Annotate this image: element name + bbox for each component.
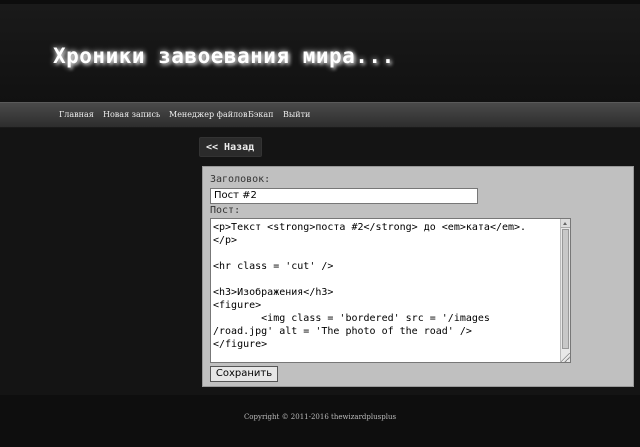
title-input[interactable]: Пост #2 <box>210 188 478 204</box>
post-edit-form: Заголовок: Пост #2 Пост: <p>Текст <stron… <box>202 166 634 387</box>
copyright: Copyright © 2011-2016 thewizardplusplus <box>243 413 397 421</box>
nav-item-logout[interactable]: Выйти <box>283 110 310 119</box>
back-button[interactable]: << Назад <box>199 137 262 157</box>
post-textarea[interactable]: <p>Текст <strong>поста #2</strong> до <e… <box>210 218 571 363</box>
post-textarea-content: <p>Текст <strong>поста #2</strong> до <e… <box>213 222 527 350</box>
title-label: Заголовок: <box>210 174 271 185</box>
scroll-thumb[interactable] <box>562 229 569 349</box>
post-label: Пост: <box>210 205 241 216</box>
nav-item-file-manager[interactable]: Менеджер файлов <box>169 110 247 119</box>
header: Хроники завоевания мира... <box>0 0 640 102</box>
footer: Copyright © 2011-2016 thewizardplusplus <box>0 395 640 447</box>
textarea-scrollbar[interactable] <box>560 219 570 362</box>
nav-item-new-post[interactable]: Новая запись <box>103 110 160 119</box>
save-button[interactable]: Сохранить <box>210 366 278 382</box>
scroll-up-icon[interactable] <box>561 219 570 228</box>
nav-item-home[interactable]: Главная <box>59 110 94 119</box>
main-nav: Главная Новая запись Менеджер файлов Бэк… <box>0 102 640 128</box>
nav-item-backup[interactable]: Бэкап <box>248 110 273 119</box>
site-title: Хроники завоевания мира... <box>53 44 395 68</box>
resize-grip-icon[interactable] <box>561 353 570 362</box>
